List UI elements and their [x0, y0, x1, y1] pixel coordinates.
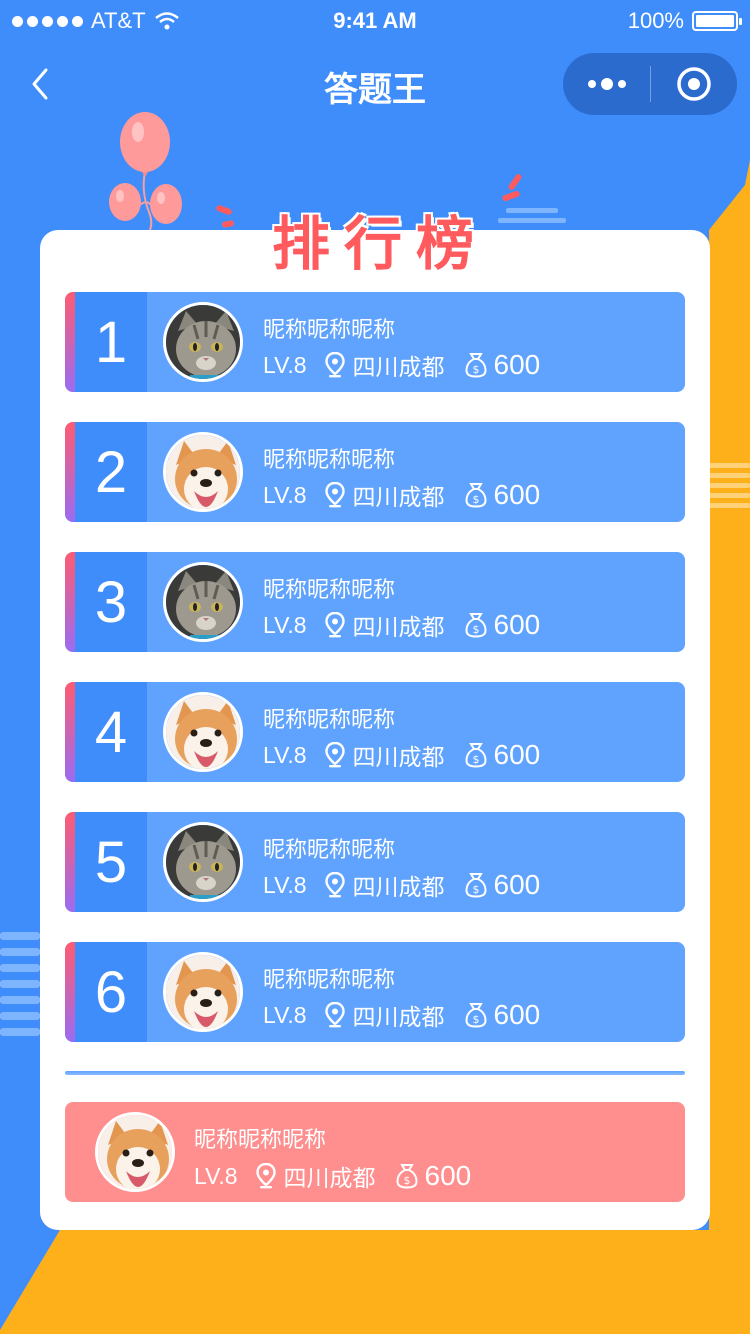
user-location: 四川成都 — [352, 355, 445, 381]
user-score: 600 — [493, 349, 541, 380]
user-location: 四川成都 — [352, 1005, 445, 1031]
user-meta: LV.8 四川成都 $600 — [263, 348, 540, 382]
ranking-row[interactable]: 3 昵称昵称昵称 LV.8 四川成都 $600 — [65, 552, 685, 652]
money-bag-icon: $ — [395, 1164, 418, 1189]
ranking-row[interactable]: 5 昵称昵称昵称 LV.8 四川成都 $600 — [65, 812, 685, 912]
leaderboard-title: 排行榜 — [210, 174, 540, 278]
location-pin-icon — [324, 352, 345, 378]
svg-text:$: $ — [472, 363, 479, 376]
title-accent-right — [502, 174, 522, 202]
status-bar: AT&T 9:41 AM 100% — [0, 0, 750, 40]
money-bag-icon: $ — [464, 743, 487, 768]
my-nickname: 昵称昵称昵称 — [194, 1128, 327, 1153]
user-nickname: 昵称昵称昵称 — [263, 838, 396, 863]
ranking-row[interactable]: 6 昵称昵称昵称 LV.8 四川成都 $600 — [65, 942, 685, 1042]
my-avatar — [95, 1112, 175, 1192]
user-avatar — [163, 302, 243, 382]
location-pin-icon — [324, 742, 345, 768]
money-bag-icon: $ — [464, 353, 487, 378]
user-location: 四川成都 — [352, 875, 445, 901]
user-avatar — [163, 692, 243, 772]
leaderboard-title-text: 排行榜 — [271, 210, 488, 278]
mini-program-capsule — [563, 53, 737, 115]
target-icon[interactable] — [651, 53, 737, 115]
money-bag-icon: $ — [464, 613, 487, 638]
user-level: LV.8 — [263, 741, 307, 768]
my-rank-row[interactable]: 昵称昵称昵称 LV.8 四川成都 $ 600 — [65, 1102, 685, 1202]
user-location: 四川成都 — [352, 615, 445, 641]
my-rank-divider — [65, 1071, 685, 1075]
battery-percent: 100% — [627, 8, 684, 33]
money-bag-icon: $ — [464, 1003, 487, 1028]
user-nickname: 昵称昵称昵称 — [263, 968, 396, 993]
stripe-decoration-left — [0, 932, 40, 1036]
rank-number: 5 — [75, 812, 147, 912]
svg-text:$: $ — [472, 753, 479, 766]
ranking-row[interactable]: 2 昵称昵称昵称 LV.8 四川成都 $600 — [65, 422, 685, 522]
user-score: 600 — [493, 869, 541, 900]
svg-text:$: $ — [472, 493, 479, 506]
user-avatar — [163, 432, 243, 512]
user-meta: LV.8 四川成都 $600 — [263, 998, 540, 1032]
my-score: 600 — [424, 1160, 472, 1191]
user-location: 四川成都 — [352, 745, 445, 771]
ranking-row[interactable]: 4 昵称昵称昵称 LV.8 四川成都 $600 — [65, 682, 685, 782]
user-avatar — [163, 562, 243, 642]
user-nickname: 昵称昵称昵称 — [263, 578, 396, 603]
user-score: 600 — [493, 479, 541, 510]
user-score: 600 — [493, 999, 541, 1030]
user-level: LV.8 — [263, 871, 307, 898]
my-meta: LV.8 四川成都 $ 600 — [194, 1159, 471, 1193]
rank-stripe — [65, 422, 75, 522]
battery-icon — [692, 11, 742, 31]
user-avatar — [163, 952, 243, 1032]
user-location: 四川成都 — [352, 485, 445, 511]
money-bag-icon: $ — [464, 873, 487, 898]
user-meta: LV.8 四川成都 $600 — [263, 738, 540, 772]
rank-number: 4 — [75, 682, 147, 782]
user-nickname: 昵称昵称昵称 — [263, 708, 396, 733]
location-pin-icon — [324, 612, 345, 638]
rank-stripe — [65, 552, 75, 652]
user-level: LV.8 — [263, 1001, 307, 1028]
location-pin-icon — [324, 1002, 345, 1028]
rank-number: 6 — [75, 942, 147, 1042]
user-level: LV.8 — [263, 351, 307, 378]
rank-stripe — [65, 812, 75, 912]
user-nickname: 昵称昵称昵称 — [263, 318, 396, 343]
location-pin-icon — [324, 872, 345, 898]
user-meta: LV.8 四川成都 $600 — [263, 608, 540, 642]
user-meta: LV.8 四川成都 $600 — [263, 868, 540, 902]
ranking-row[interactable]: 1 昵称昵称昵称 LV.8 四川成都 $600 — [65, 292, 685, 392]
user-score: 600 — [493, 609, 541, 640]
user-nickname: 昵称昵称昵称 — [263, 448, 396, 473]
user-avatar — [163, 822, 243, 902]
location-pin-icon — [255, 1163, 276, 1189]
user-score: 600 — [493, 739, 541, 770]
rank-stripe — [65, 292, 75, 392]
title-accent-left — [216, 205, 234, 228]
user-level: LV.8 — [263, 611, 307, 638]
svg-text:$: $ — [472, 883, 479, 896]
rank-stripe — [65, 682, 75, 782]
svg-text:$: $ — [472, 1013, 479, 1026]
status-right: 100% — [627, 8, 742, 34]
user-meta: LV.8 四川成都 $600 — [263, 478, 540, 512]
rank-stripe — [65, 942, 75, 1042]
more-dots-icon[interactable] — [563, 53, 650, 115]
rank-number: 2 — [75, 422, 147, 522]
balloons-icon — [109, 112, 182, 231]
user-level: LV.8 — [263, 481, 307, 508]
svg-text:$: $ — [472, 623, 479, 636]
money-bag-icon: $ — [464, 483, 487, 508]
stripe-decoration-right — [705, 463, 750, 508]
svg-text:$: $ — [403, 1174, 410, 1187]
location-pin-icon — [324, 482, 345, 508]
my-level: LV.8 — [194, 1162, 238, 1189]
rank-number: 3 — [75, 552, 147, 652]
my-location: 四川成都 — [283, 1166, 376, 1192]
rank-number: 1 — [75, 292, 147, 392]
